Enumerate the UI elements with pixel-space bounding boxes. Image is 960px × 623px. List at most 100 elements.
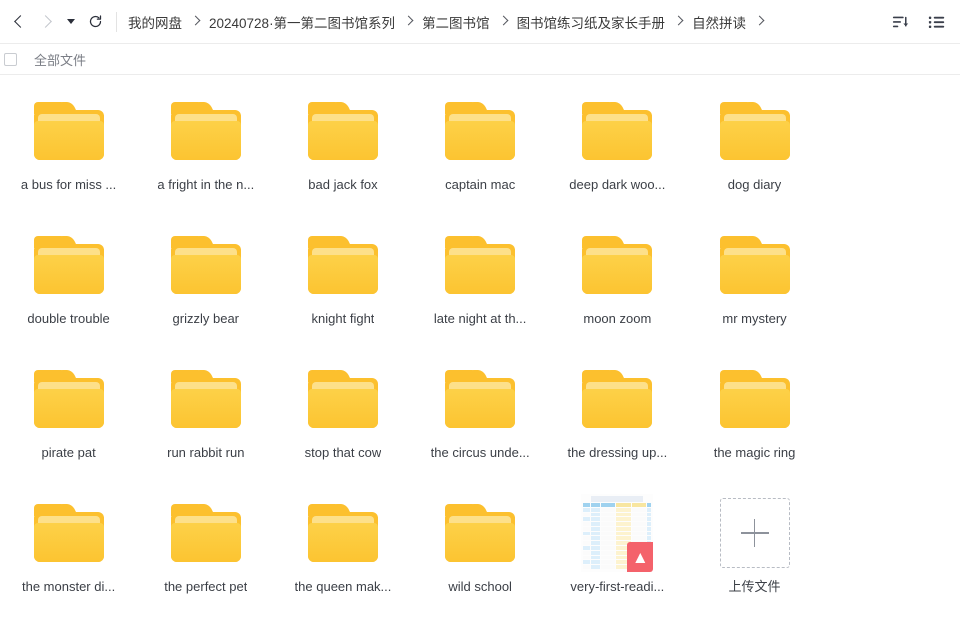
folder-icon xyxy=(582,102,653,160)
item-thumbnail xyxy=(307,229,379,301)
folder-icon xyxy=(33,370,104,428)
pdf-badge-icon: ▲ xyxy=(627,542,654,572)
chevron-left-icon xyxy=(14,15,27,28)
refresh-icon xyxy=(89,15,101,28)
folder-icon xyxy=(307,370,378,428)
item-label: run rabbit run xyxy=(167,445,245,460)
folder-icon xyxy=(170,370,241,428)
folder-item[interactable]: the monster di... xyxy=(0,489,137,623)
folder-item[interactable]: the queen mak... xyxy=(274,489,411,623)
folder-item[interactable]: a bus for miss ... xyxy=(0,87,137,221)
folder-item[interactable]: deep dark woo... xyxy=(549,87,686,221)
folder-item[interactable]: late night at th... xyxy=(412,221,549,355)
item-label: pirate pat xyxy=(41,445,96,460)
folder-item[interactable]: the circus unde... xyxy=(412,355,549,489)
folder-icon xyxy=(33,236,104,294)
sort-button[interactable] xyxy=(890,11,912,33)
top-toolbar: 我的网盘 20240728·第一第二图书馆系列 第二图书馆 图书馆练习纸及家长手… xyxy=(0,0,960,44)
breadcrumb-item-0[interactable]: 我的网盘 xyxy=(127,10,183,34)
item-thumbnail xyxy=(719,95,791,167)
folder-item[interactable]: pirate pat xyxy=(0,355,137,489)
item-thumbnail xyxy=(719,363,791,435)
item-label: knight fight xyxy=(311,311,375,326)
item-thumbnail xyxy=(444,229,516,301)
breadcrumb: 我的网盘 20240728·第一第二图书馆系列 第二图书馆 图书馆练习纸及家长手… xyxy=(127,10,878,34)
item-thumbnail xyxy=(307,95,379,167)
item-thumbnail xyxy=(33,95,105,167)
item-label: mr mystery xyxy=(722,311,787,326)
pdf-thumbnail: ▲ xyxy=(581,494,654,572)
folder-icon xyxy=(170,504,241,562)
folder-item[interactable]: the perfect pet xyxy=(137,489,274,623)
folder-icon xyxy=(307,504,378,562)
item-label: a fright in the n... xyxy=(157,177,255,192)
folder-item[interactable]: a fright in the n... xyxy=(137,87,274,221)
folder-icon xyxy=(170,236,241,294)
item-thumbnail xyxy=(444,497,516,569)
item-label: very-first-readi... xyxy=(570,579,665,594)
folder-item[interactable]: moon zoom xyxy=(549,221,686,355)
item-thumbnail xyxy=(170,95,242,167)
breadcrumb-separator-icon xyxy=(498,15,509,26)
item-thumbnail xyxy=(170,229,242,301)
item-thumbnail xyxy=(581,95,653,167)
file-grid: a bus for miss ... a fright in the n... ba… xyxy=(0,75,960,623)
select-all-checkbox[interactable] xyxy=(4,52,17,66)
refresh-button[interactable] xyxy=(82,9,108,35)
breadcrumb-item-2[interactable]: 第二图书馆 xyxy=(421,10,491,34)
folder-icon xyxy=(33,102,104,160)
folder-item[interactable]: captain mac xyxy=(412,87,549,221)
folder-item[interactable]: the dressing up... xyxy=(549,355,686,489)
item-thumbnail xyxy=(581,229,653,301)
caret-down-icon xyxy=(67,19,75,24)
folder-icon xyxy=(170,102,241,160)
breadcrumb-item-3[interactable]: 图书馆练习纸及家长手册 xyxy=(516,10,667,34)
breadcrumb-item-1[interactable]: 20240728·第一第二图书馆系列 xyxy=(208,10,396,34)
item-thumbnail xyxy=(33,497,105,569)
folder-item[interactable]: dog diary xyxy=(686,87,823,221)
back-button[interactable] xyxy=(6,9,32,35)
upload-dropzone[interactable] xyxy=(719,498,790,568)
item-thumbnail xyxy=(307,363,379,435)
folder-icon xyxy=(445,102,516,160)
breadcrumb-item-4[interactable]: 自然拼读 xyxy=(691,10,747,34)
item-label: 上传文件 xyxy=(728,579,781,594)
item-label: wild school xyxy=(448,579,512,594)
item-label: the circus unde... xyxy=(430,445,530,460)
plus-icon xyxy=(740,519,769,547)
folder-icon xyxy=(33,504,104,562)
folder-item[interactable]: grizzly bear xyxy=(137,221,274,355)
folder-item[interactable]: bad jack fox xyxy=(274,87,411,221)
forward-button[interactable] xyxy=(34,9,60,35)
item-label: a bus for miss ... xyxy=(20,177,117,192)
item-label: captain mac xyxy=(445,177,516,192)
folder-icon xyxy=(307,236,378,294)
breadcrumb-separator-icon xyxy=(754,15,765,26)
breadcrumb-separator-icon xyxy=(673,15,684,26)
folder-item[interactable]: the magic ring xyxy=(686,355,823,489)
item-label: the perfect pet xyxy=(164,579,248,594)
folder-item[interactable]: stop that cow xyxy=(274,355,411,489)
pdf-file-item[interactable]: ▲ very-first-readi... xyxy=(549,489,686,623)
item-thumbnail xyxy=(307,497,379,569)
folder-icon xyxy=(582,370,653,428)
all-files-label[interactable]: 全部文件 xyxy=(34,50,86,69)
folder-icon xyxy=(719,236,790,294)
folder-item[interactable]: mr mystery xyxy=(686,221,823,355)
item-thumbnail xyxy=(170,363,242,435)
folder-item[interactable]: run rabbit run xyxy=(137,355,274,489)
history-dropdown-button[interactable] xyxy=(62,9,80,35)
folder-icon xyxy=(445,504,516,562)
folder-icon xyxy=(719,370,790,428)
list-view-icon xyxy=(928,16,945,28)
item-label: the magic ring xyxy=(713,445,796,460)
item-label: grizzly bear xyxy=(172,311,240,326)
upload-file-button[interactable]: 上传文件 xyxy=(686,489,823,623)
filter-bar: 全部文件 xyxy=(0,44,960,75)
item-label: the monster di... xyxy=(21,579,116,594)
folder-item[interactable]: wild school xyxy=(412,489,549,623)
folder-item[interactable]: double trouble xyxy=(0,221,137,355)
folder-item[interactable]: knight fight xyxy=(274,221,411,355)
item-label: deep dark woo... xyxy=(569,177,666,192)
view-mode-button[interactable] xyxy=(926,11,948,33)
